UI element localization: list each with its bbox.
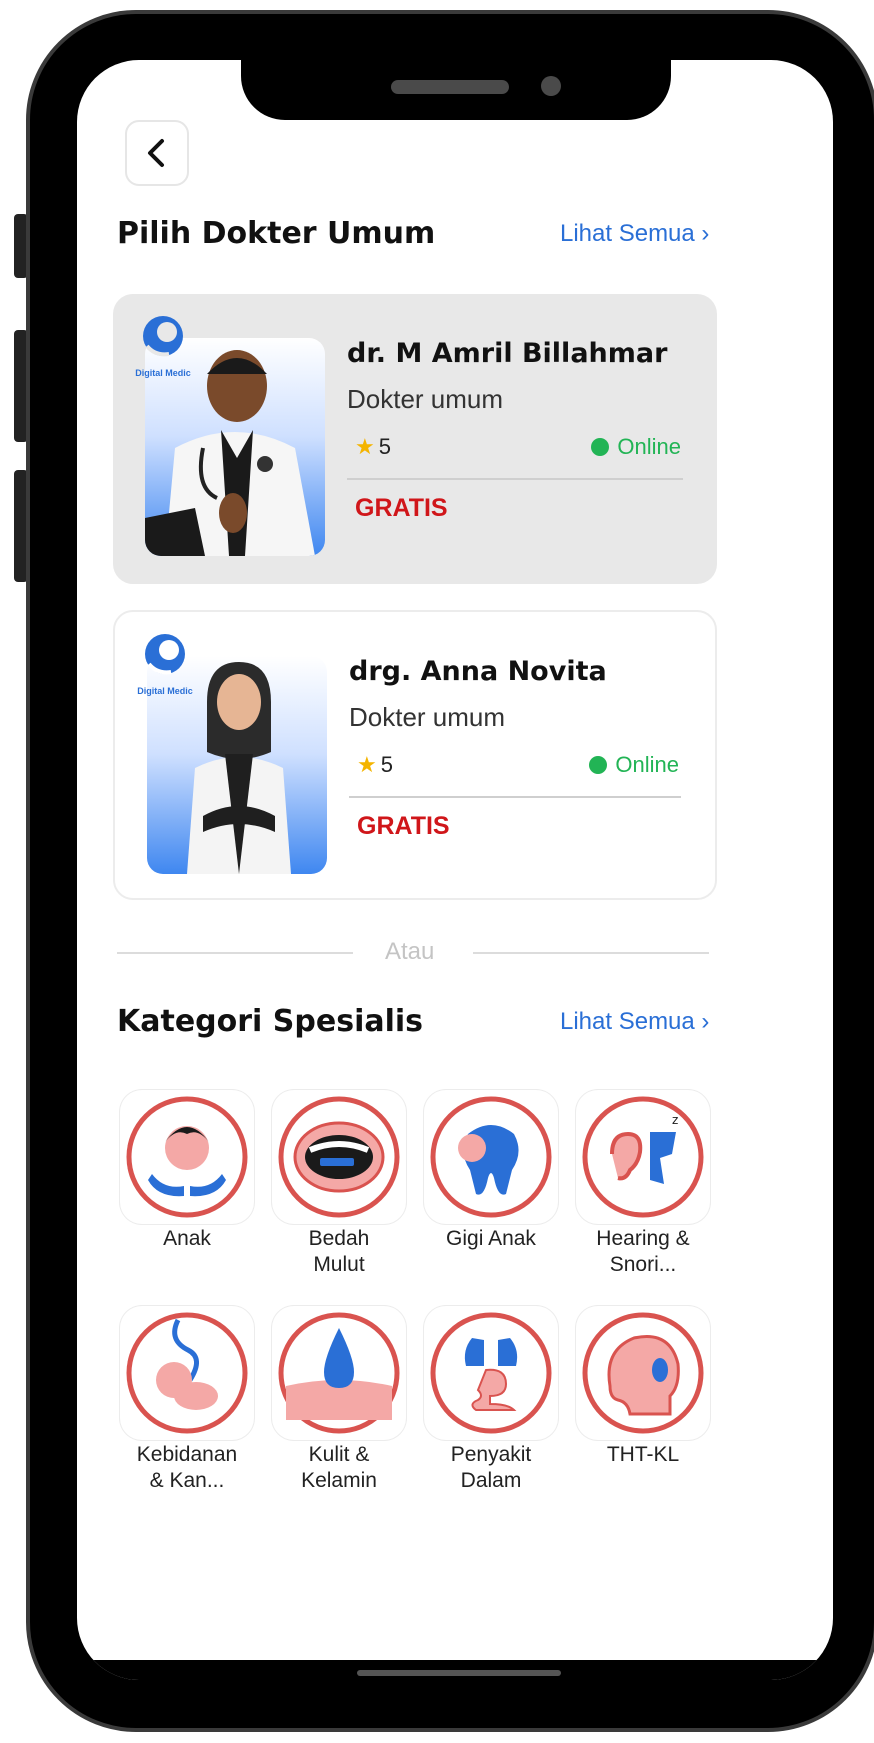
doctor-status: Online [591,434,681,460]
chevron-left-icon [148,139,164,167]
tooth-icon [424,1090,558,1224]
card-divider [347,478,683,480]
or-divider: Atau [117,938,785,968]
category-label: THT-KL [606,1443,680,1466]
or-divider-text: Atau [385,938,435,965]
doctor-specialty: Dokter umum [347,384,504,414]
online-dot-icon [589,756,608,774]
fetus-icon [120,1306,254,1440]
back-button[interactable] [125,120,189,186]
category-label: Hearing & Snori... [596,1227,690,1276]
star-icon: ★ [357,752,377,777]
doctor-status: Online [589,752,679,778]
category-label: Kulit & Kelamin [301,1443,377,1492]
hearing-icon: z [576,1090,710,1224]
mouth-surgery-icon [272,1090,406,1224]
category-label: Anak [163,1227,211,1250]
speaker [391,80,509,94]
card-divider [349,796,681,798]
category-item-bedah-mulut[interactable]: Bedah Mulut [263,1090,415,1278]
category-item-kebidanan[interactable]: Kebidanan & Kan... [111,1306,263,1494]
doctor-specialty: Dokter umum [349,702,506,732]
home-indicator[interactable] [357,1670,561,1676]
doctor-price: GRATIS [355,494,448,522]
camera [541,76,561,96]
notch [241,60,671,120]
category-item-tht-kl[interactable]: THT-KL [567,1306,719,1468]
category-label: Gigi Anak [446,1227,536,1250]
doctors-section-title: Pilih Dokter Umum [117,216,436,251]
category-label: Kebidanan & Kan... [136,1443,238,1492]
category-item-anak[interactable]: Anak [111,1090,263,1252]
digital-medic-logo: Digital Medic [127,630,197,700]
doctor-name: dr. M Amril Billahmar [347,338,668,369]
digital-medic-logo: Digital Medic [125,312,195,382]
home-indicator-bar [77,1660,833,1680]
category-item-kulit-kelamin[interactable]: Kulit & Kelamin [263,1306,415,1494]
doctor-rating: ★ 5 [357,752,393,777]
svg-text:z: z [672,1113,678,1127]
doctor-price: GRATIS [357,812,450,840]
categories-see-all-link[interactable]: Lihat Semua › [560,1008,709,1036]
skin-drop-icon [272,1306,406,1440]
doctor-card[interactable]: Digital Medic drg. Anna Novita Dokter um… [113,610,717,900]
internal-organs-icon [424,1306,558,1440]
doctor-name: drg. Anna Novita [349,656,607,687]
child-icon [120,1090,254,1224]
doctors-see-all-link[interactable]: Lihat Semua › [560,220,709,248]
star-icon: ★ [355,434,375,459]
category-item-hearing-snoring[interactable]: z Hearing & Snori... [567,1090,719,1278]
category-item-penyakit-dalam[interactable]: Penyakit Dalam [415,1306,567,1494]
category-item-gigi-anak[interactable]: Gigi Anak [415,1090,567,1252]
category-label: Penyakit Dalam [450,1443,532,1492]
ent-head-icon [576,1306,710,1440]
doctor-card[interactable]: Digital Medic dr. M Amril Billahmar Dokt… [113,294,717,584]
doctor-rating: ★ 5 [355,434,391,459]
online-dot-icon [591,438,610,456]
categories-section-title: Kategori Spesialis [117,1004,424,1039]
category-label: Bedah Mulut [308,1227,370,1276]
app-screen: Pilih Dokter Umum Lihat Semua › Digital … [77,60,833,1680]
